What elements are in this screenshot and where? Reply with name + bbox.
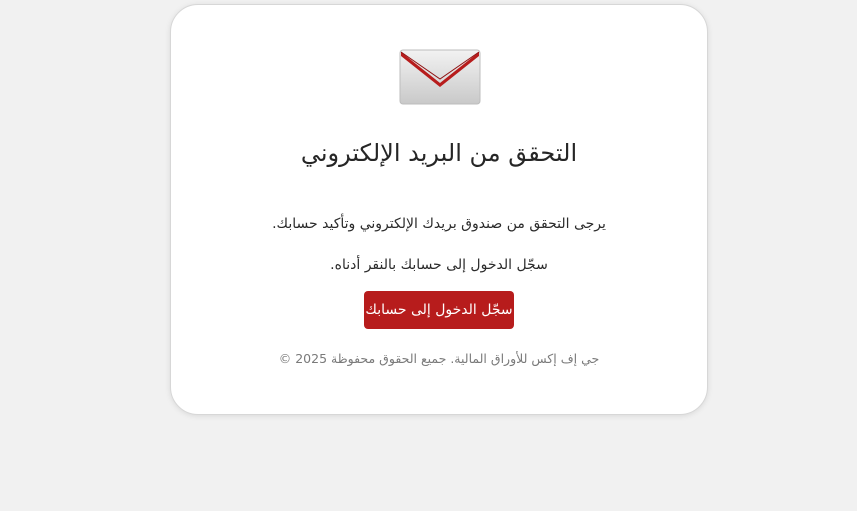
envelope-icon <box>399 49 481 105</box>
verification-card: التحقق من البريد الإلكتروني يرجى التحقق … <box>170 4 708 415</box>
copyright-footer: جي إف إكس للأوراق المالية. جميع الحقوق م… <box>278 351 600 366</box>
login-button[interactable]: سجّل الدخول إلى حسابك <box>364 291 514 329</box>
login-instruction: سجّل الدخول إلى حسابك بالنقر أدناه. <box>330 257 548 273</box>
verification-message: يرجى التحقق من صندوق بريدك الإلكتروني وت… <box>272 216 606 232</box>
page-title: التحقق من البريد الإلكتروني <box>300 139 578 167</box>
